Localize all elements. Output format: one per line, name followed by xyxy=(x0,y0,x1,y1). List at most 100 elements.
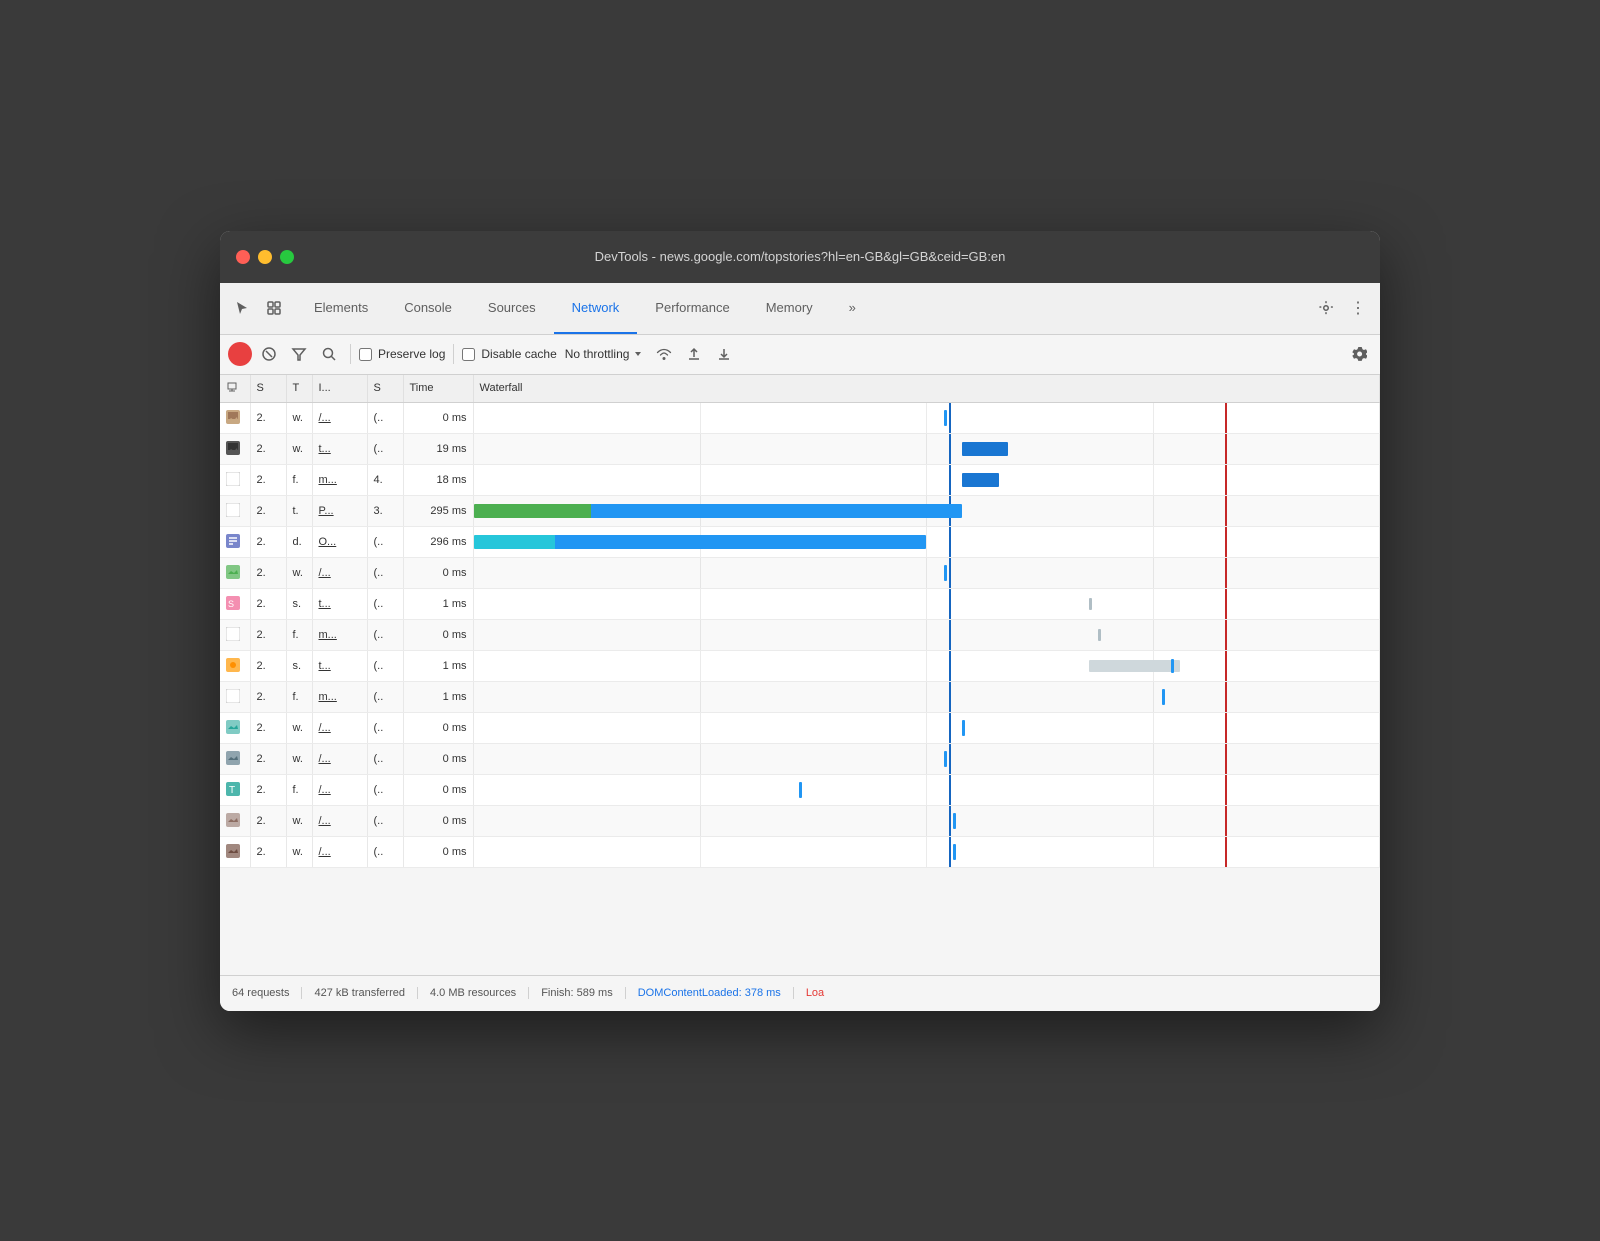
throttle-dropdown[interactable]: No throttling xyxy=(561,345,648,363)
window-title: DevTools - news.google.com/topstories?hl… xyxy=(595,249,1006,264)
row-size: (.. xyxy=(367,682,403,713)
table-row[interactable]: 2.w./...(..0 ms xyxy=(220,837,1380,868)
maximize-button[interactable] xyxy=(280,250,294,264)
row-icon-cell: S xyxy=(220,589,250,620)
download-icon-btn[interactable] xyxy=(711,341,737,367)
row-status: 2. xyxy=(250,775,286,806)
waterfall-bar xyxy=(962,720,965,736)
row-waterfall xyxy=(473,713,1380,744)
row-initiator: t... xyxy=(312,434,367,465)
row-time: 295 ms xyxy=(403,496,473,527)
row-type: w. xyxy=(286,558,312,589)
row-waterfall xyxy=(473,403,1380,434)
network-table: S T I... S Time Waterfall 2.w./...(..0 m… xyxy=(220,375,1380,869)
table-row[interactable]: 2.w./...(..0 ms xyxy=(220,806,1380,837)
row-time: 0 ms xyxy=(403,806,473,837)
row-type: s. xyxy=(286,589,312,620)
row-icon-cell xyxy=(220,558,250,589)
tab-sources[interactable]: Sources xyxy=(470,283,554,334)
table-row[interactable]: 2.w./...(..0 ms xyxy=(220,403,1380,434)
row-status: 2. xyxy=(250,558,286,589)
table-row[interactable]: 2.s.t...(..1 ms xyxy=(220,651,1380,682)
row-icon-cell xyxy=(220,806,250,837)
row-initiator: t... xyxy=(312,589,367,620)
table-row[interactable]: 2.f.m...(..0 ms xyxy=(220,620,1380,651)
table-row[interactable]: 2.w./...(..0 ms xyxy=(220,744,1380,775)
load-marker xyxy=(1225,744,1227,774)
row-initiator: m... xyxy=(312,682,367,713)
preserve-log-input[interactable] xyxy=(359,348,372,361)
waterfall-bar-waiting xyxy=(474,504,592,518)
tab-more[interactable]: » xyxy=(831,283,874,334)
row-status: 2. xyxy=(250,465,286,496)
row-type: f. xyxy=(286,465,312,496)
close-button[interactable] xyxy=(236,250,250,264)
row-icon-cell: T xyxy=(220,775,250,806)
inspector-icon-btn[interactable] xyxy=(260,294,288,322)
table-row[interactable]: 2.w./...(..0 ms xyxy=(220,558,1380,589)
load-marker xyxy=(1225,713,1227,743)
more-options-btn[interactable]: ⋮ xyxy=(1344,294,1372,322)
row-size: (.. xyxy=(367,806,403,837)
dom-loaded-marker xyxy=(949,434,951,464)
table-row[interactable]: 2.d.O...(..296 ms xyxy=(220,527,1380,558)
row-waterfall xyxy=(473,558,1380,589)
network-settings-btn[interactable] xyxy=(1346,341,1372,367)
row-waterfall xyxy=(473,496,1380,527)
table-row[interactable]: T2.f./...(..0 ms xyxy=(220,775,1380,806)
table-row[interactable]: 2.f.m...(..1 ms xyxy=(220,682,1380,713)
preserve-log-checkbox[interactable]: Preserve log xyxy=(359,347,445,361)
network-table-wrapper[interactable]: S T I... S Time Waterfall 2.w./...(..0 m… xyxy=(220,375,1380,975)
col-header-icon[interactable] xyxy=(220,375,250,403)
tab-elements[interactable]: Elements xyxy=(296,283,386,334)
col-header-size[interactable]: S xyxy=(367,375,403,403)
wifi-settings-icon[interactable] xyxy=(651,341,677,367)
row-time: 0 ms xyxy=(403,713,473,744)
table-row[interactable]: 2.w.t...(..19 ms xyxy=(220,434,1380,465)
tab-performance[interactable]: Performance xyxy=(637,283,747,334)
row-size: (.. xyxy=(367,558,403,589)
settings-icon-btn[interactable] xyxy=(1312,294,1340,322)
row-status: 2. xyxy=(250,806,286,837)
clear-button[interactable] xyxy=(256,341,282,367)
col-header-status[interactable]: S xyxy=(250,375,286,403)
row-status: 2. xyxy=(250,589,286,620)
col-header-waterfall[interactable]: Waterfall xyxy=(473,375,1380,403)
row-status: 2. xyxy=(250,744,286,775)
tab-bar-tools xyxy=(228,283,288,334)
record-button[interactable] xyxy=(228,342,252,366)
tab-bar-actions: ⋮ xyxy=(1312,283,1372,334)
row-icon-cell xyxy=(220,465,250,496)
col-header-type[interactable]: T xyxy=(286,375,312,403)
table-row[interactable]: 2.t.P...3.295 ms xyxy=(220,496,1380,527)
row-time: 0 ms xyxy=(403,403,473,434)
tab-network[interactable]: Network xyxy=(554,283,638,334)
table-row[interactable]: 2.w./...(..0 ms xyxy=(220,713,1380,744)
dom-loaded-marker xyxy=(949,744,951,774)
waterfall-bar xyxy=(953,844,956,860)
dom-loaded-marker xyxy=(949,589,951,619)
row-size: 4. xyxy=(367,465,403,496)
row-size: (.. xyxy=(367,713,403,744)
row-time: 0 ms xyxy=(403,744,473,775)
filter-button[interactable] xyxy=(286,341,312,367)
svg-text:S: S xyxy=(228,599,234,609)
col-header-initiator[interactable]: I... xyxy=(312,375,367,403)
svg-text:T: T xyxy=(229,785,235,796)
row-waterfall xyxy=(473,620,1380,651)
disable-cache-checkbox[interactable]: Disable cache xyxy=(462,347,556,361)
col-header-time[interactable]: Time xyxy=(403,375,473,403)
minimize-button[interactable] xyxy=(258,250,272,264)
row-icon-cell xyxy=(220,713,250,744)
table-row[interactable]: S2.s.t...(..1 ms xyxy=(220,589,1380,620)
tab-memory[interactable]: Memory xyxy=(748,283,831,334)
table-row[interactable]: 2.f.m...4.18 ms xyxy=(220,465,1380,496)
upload-icon-btn[interactable] xyxy=(681,341,707,367)
row-size: (.. xyxy=(367,775,403,806)
tab-console[interactable]: Console xyxy=(386,283,470,334)
row-size: (.. xyxy=(367,589,403,620)
row-time: 18 ms xyxy=(403,465,473,496)
search-button[interactable] xyxy=(316,341,342,367)
cursor-icon-btn[interactable] xyxy=(228,294,256,322)
disable-cache-input[interactable] xyxy=(462,348,475,361)
